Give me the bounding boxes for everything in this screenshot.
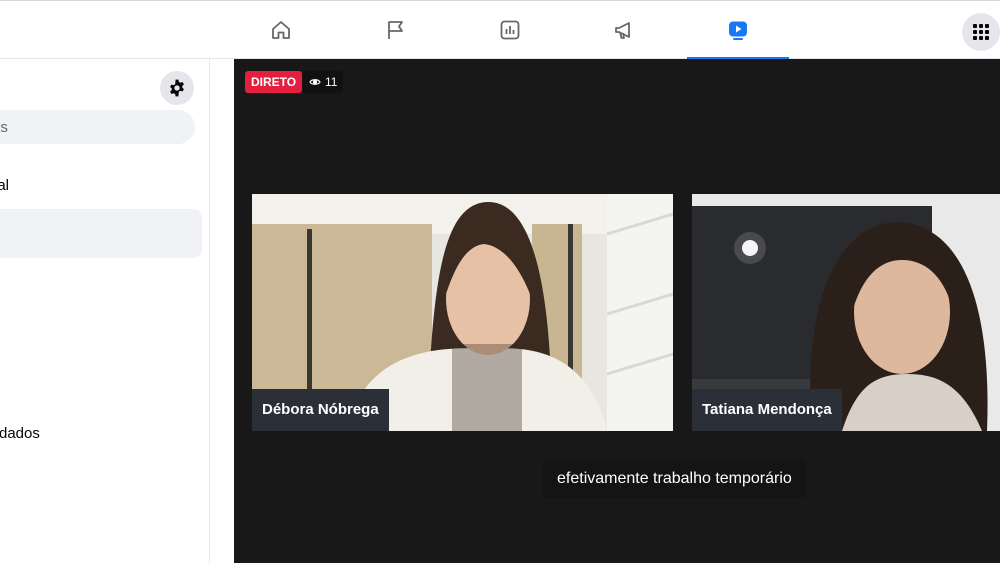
gear-icon <box>170 79 184 97</box>
top-navigation <box>0 0 1000 60</box>
chart-icon <box>500 20 520 40</box>
menu-button[interactable] <box>962 13 1000 51</box>
live-caption: efetivamente trabalho temporário <box>543 460 806 498</box>
sidebar-item-selected[interactable] <box>0 209 202 258</box>
live-badge: DIRETO <box>245 71 303 93</box>
settings-button[interactable] <box>160 71 194 105</box>
nav-tab-insights[interactable] <box>459 1 561 59</box>
sidebar: ial rdados <box>0 59 210 563</box>
grid-menu-icon <box>973 24 989 40</box>
megaphone-icon <box>615 22 630 39</box>
participant-tile: Débora Nóbrega <box>252 194 673 431</box>
search-input[interactable] <box>0 110 195 144</box>
search-box[interactable] <box>0 110 195 144</box>
nav-tab-home[interactable] <box>230 1 332 59</box>
nav-tab-video[interactable] <box>687 1 789 60</box>
eye-icon <box>309 79 321 85</box>
video-icon <box>729 21 747 40</box>
viewer-count: 11 <box>303 71 344 93</box>
flag-icon <box>388 21 403 39</box>
nav-tab-ads[interactable] <box>573 1 675 59</box>
participant-name-tag: Débora Nóbrega <box>252 389 389 431</box>
home-icon <box>272 21 290 39</box>
nav-tab-pages[interactable] <box>345 1 447 59</box>
sidebar-item-saved[interactable]: rdados <box>0 425 40 442</box>
viewer-count-value: 11 <box>325 75 338 89</box>
participant-tile: Tatiana Mendonça <box>692 194 1000 431</box>
participant-name-tag: Tatiana Mendonça <box>692 389 842 431</box>
live-video-player[interactable]: DIRETO 11 Débora Nóbrega Tatiana Mendonç… <box>234 59 1000 563</box>
sidebar-item-home[interactable]: ial <box>0 177 9 194</box>
